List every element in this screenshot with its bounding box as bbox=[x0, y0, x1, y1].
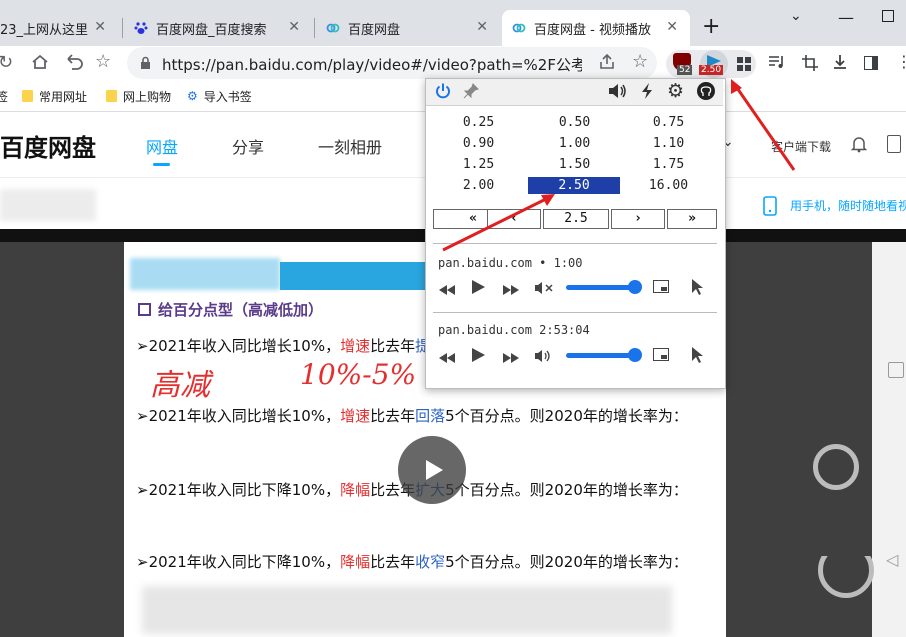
annotation-arrows bbox=[442, 79, 796, 252]
annotation-arrow-to-extension bbox=[733, 84, 796, 171]
annotation-arrow-to-speed bbox=[442, 196, 549, 252]
